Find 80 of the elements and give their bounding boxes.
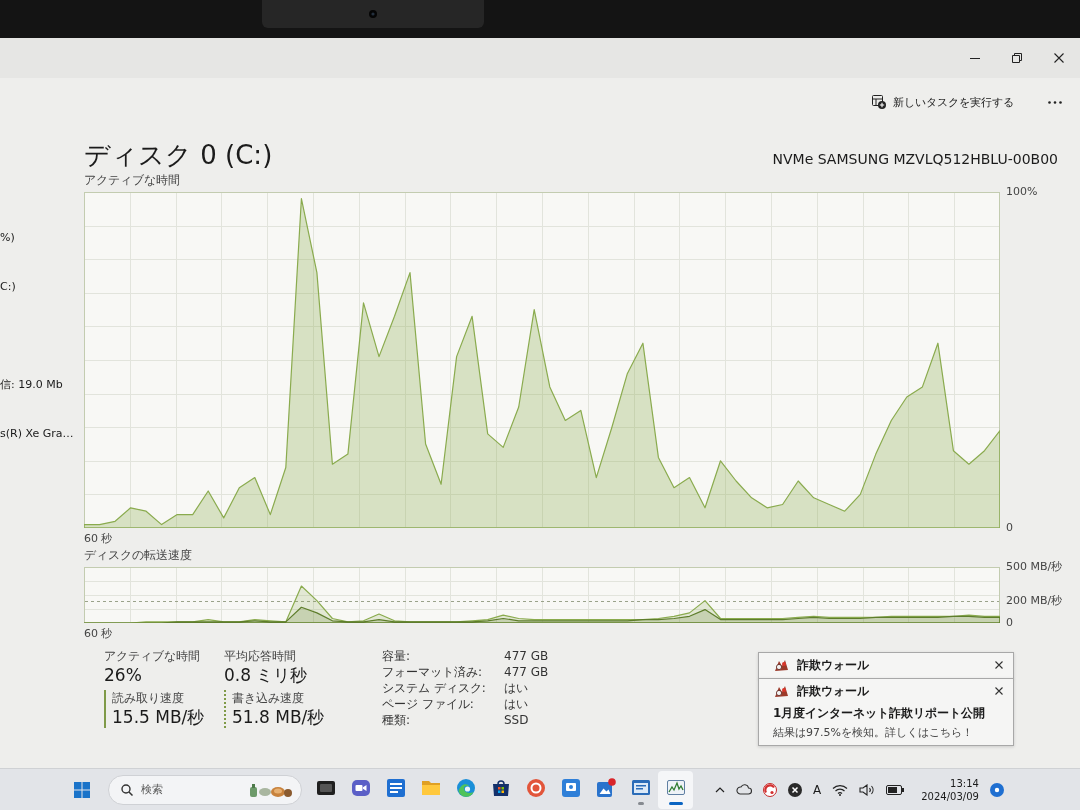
sidebar-item[interactable]: %) [0, 230, 15, 246]
disk-title: ディスク 0 (C:) [84, 139, 273, 172]
notification-toast[interactable]: 詐欺ウォール 1月度インターネット詐欺リポート公開 結果は97.5%を検知。詳しくはこちら！ [758, 678, 1014, 746]
stat-label: アクティブな時間 [104, 648, 200, 664]
swirl-app-icon[interactable] [763, 782, 777, 797]
picture-app-icon [595, 778, 616, 798]
x-circle-icon[interactable] [788, 782, 802, 797]
dismiss-button[interactable] [993, 659, 1005, 671]
axis-label: 60 秒 [84, 627, 113, 641]
folder-icon [420, 778, 441, 798]
restore-icon [1012, 53, 1022, 63]
disk-model: NVMe SAMSUNG MZVLQ512HBLU-00B00 [772, 150, 1058, 169]
stat-value: 26% [104, 664, 143, 686]
sidebar-item[interactable]: C:) [0, 279, 16, 295]
property-value: はい [504, 680, 529, 696]
cloud-icon[interactable] [736, 784, 752, 795]
property-value: SSD [504, 712, 530, 728]
search-bar[interactable]: 検索 [108, 774, 302, 805]
minimize-icon [970, 57, 980, 59]
stat-label: 読み取り速度 [112, 690, 185, 706]
sidebar-item[interactable]: 信: 19.0 Mb [0, 377, 63, 393]
performance-graph-icon [665, 778, 686, 798]
search-icon [121, 783, 133, 796]
stat-value: 15.5 MB/秒 [112, 706, 205, 728]
property-label: システム ディスク: [382, 680, 487, 696]
camera-lens-icon [369, 10, 377, 18]
run-new-task-button[interactable]: 新しいタスクを実行する [866, 87, 1020, 117]
property-label: フォーマット済み: [382, 664, 484, 680]
close-icon [1054, 53, 1064, 63]
browser-icon [455, 778, 476, 798]
dotted-line-marker-icon [224, 690, 226, 728]
notification-badge-icon[interactable] [989, 782, 1004, 797]
ring-app-icon [525, 778, 546, 798]
axis-label: 500 MB/秒 [1006, 560, 1064, 574]
windows-logo-icon [74, 781, 90, 798]
notification-app-name: 詐欺ウォール [797, 682, 870, 700]
stat-value: 0.8 ミリ秒 [224, 664, 308, 686]
new-task-icon [872, 95, 886, 109]
window-app-icon [630, 778, 651, 798]
search-field[interactable]: 検索 [141, 779, 241, 800]
store-bag-icon [490, 778, 511, 798]
axis-label: 60 秒 [84, 532, 113, 546]
speaker-icon[interactable] [859, 783, 876, 796]
tile-app-icon [560, 778, 581, 798]
ime-indicator[interactable]: A [813, 782, 822, 797]
axis-label: 200 MB/秒 [1006, 594, 1064, 608]
notification-body: 結果は97.5%を検知。詳しくはこちら！ [773, 725, 974, 740]
chevron-up-icon[interactable] [715, 786, 725, 793]
wifi-icon[interactable] [832, 783, 849, 796]
stat-value: 51.8 MB/秒 [232, 706, 325, 728]
property-value: 477 GB [504, 648, 549, 664]
taskbar-clock[interactable]: 13:14 2024/03/09 [921, 776, 979, 803]
close-icon [995, 661, 1003, 669]
property-value: 477 GB [504, 664, 549, 680]
chart-title: アクティブな時間 [84, 172, 180, 188]
app-logo-icon [773, 684, 789, 698]
stat-label: 平均応答時間 [224, 648, 297, 664]
property-label: 種類: [382, 712, 412, 728]
axis-label: 100% [1006, 185, 1039, 199]
notification-toast[interactable]: 詐欺ウォール [758, 652, 1014, 679]
battery-icon[interactable] [886, 784, 905, 795]
solid-line-marker-icon [104, 690, 106, 728]
axis-label: 0 [1006, 521, 1014, 535]
more-icon [1048, 100, 1062, 104]
property-value: はい [504, 696, 529, 712]
property-label: 容量: [382, 648, 412, 664]
task-view-icon [315, 778, 336, 798]
close-icon [995, 687, 1003, 695]
chart-title: ディスクの転送速度 [84, 547, 192, 563]
sidebar-item[interactable]: s(R) Xe Gra… [0, 426, 74, 442]
property-label: ページ ファイル: [382, 696, 475, 712]
axis-label: 0 [1006, 616, 1014, 630]
notification-title: 1月度インターネット詐欺リポート公開 [773, 705, 987, 722]
dismiss-button[interactable] [993, 685, 1005, 697]
search-highlight-icon [249, 781, 293, 798]
stat-label: 書き込み速度 [232, 690, 305, 706]
notification-app-name: 詐欺ウォール [797, 656, 870, 674]
list-app-icon [385, 778, 406, 798]
app-logo-icon [773, 658, 789, 672]
video-chat-icon [350, 778, 371, 798]
